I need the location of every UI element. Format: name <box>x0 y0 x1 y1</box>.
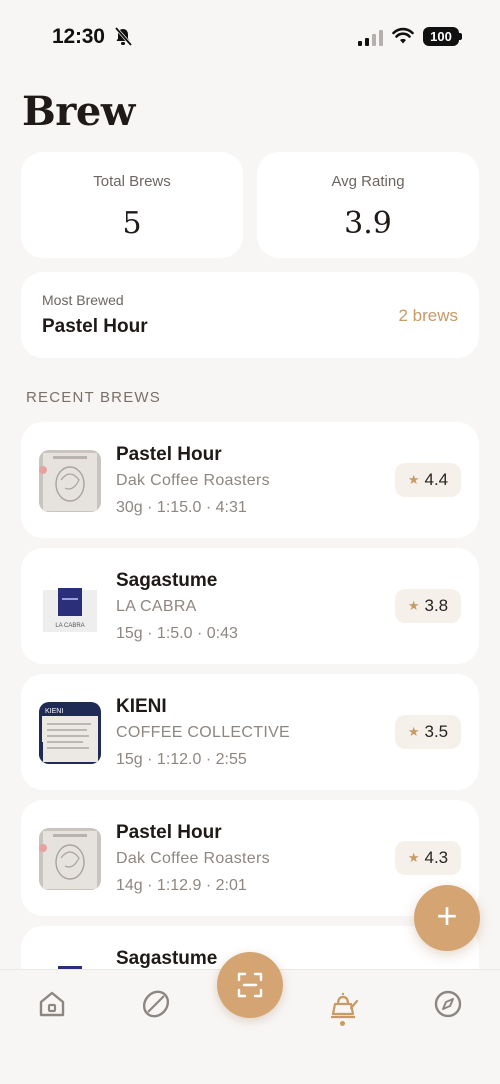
plus-icon: + <box>436 895 458 936</box>
brew-details: 14g · 1:12.9 · 2:01 <box>116 877 247 894</box>
brew-name: Pastel Hour <box>116 444 222 465</box>
scan-icon <box>237 972 263 998</box>
bell-off-icon <box>114 27 132 47</box>
recent-brews-header: RECENT BREWS <box>26 389 161 406</box>
brew-name: Sagastume <box>116 570 218 591</box>
brew-details: 15g · 1:12.0 · 2:55 <box>116 751 247 768</box>
avg-rating-label: Avg Rating <box>331 173 405 190</box>
brew-roaster: Dak Coffee Roasters <box>116 850 270 867</box>
brew-screen: 12:30 100 Brew Total Brews 5 Avg Rating … <box>0 0 500 1084</box>
total-brews-label: Total Brews <box>93 173 171 190</box>
compass-icon[interactable] <box>432 988 464 1020</box>
brew-name: Pastel Hour <box>116 822 222 843</box>
add-brew-button[interactable]: + <box>414 885 480 951</box>
brew-thumbnail <box>39 828 101 890</box>
avg-rating-value: 3.9 <box>344 206 392 241</box>
brew-thumbnail <box>39 450 101 512</box>
rating-badge: ★ 3.5 <box>395 715 461 749</box>
brew-card[interactable]: LA CABRA Sagastume LA CABRA 15g · 1:5.0 … <box>21 548 479 664</box>
brew-roaster: Dak Coffee Roasters <box>116 472 270 489</box>
brew-card[interactable]: KIENI KIENI COFFEE COLLECTIVE 15g · 1:12… <box>21 674 479 790</box>
rating-badge: ★ 4.3 <box>395 841 461 875</box>
wifi-icon <box>392 27 414 44</box>
scan-button[interactable] <box>217 952 283 1018</box>
rating-badge: ★ 4.4 <box>395 463 461 497</box>
active-tab-indicator <box>340 1021 345 1026</box>
rating-value: 4.4 <box>424 470 449 489</box>
brew-name: KIENI <box>116 696 167 717</box>
page-title: Brew <box>22 88 135 135</box>
home-icon[interactable] <box>36 988 68 1020</box>
status-time: 12:30 <box>52 25 105 48</box>
battery-indicator: 100 <box>423 27 459 46</box>
brew-details: 30g · 1:15.0 · 4:31 <box>116 499 247 516</box>
star-icon: ★ <box>407 598 420 613</box>
thumb-label: KIENI <box>45 708 63 715</box>
avg-rating-card: Avg Rating 3.9 <box>257 152 479 258</box>
most-brewed-count: 2 brews <box>398 306 458 325</box>
total-brews-card: Total Brews 5 <box>21 152 243 258</box>
brew-card[interactable]: Pastel Hour Dak Coffee Roasters 30g · 1:… <box>21 422 479 538</box>
brew-card[interactable]: Pastel Hour Dak Coffee Roasters 14g · 1:… <box>21 800 479 916</box>
brew-details: 15g · 1:5.0 · 0:43 <box>116 625 238 642</box>
brew-roaster: LA CABRA <box>116 598 197 615</box>
rating-value: 3.5 <box>424 722 449 741</box>
signal-icon <box>358 30 383 46</box>
rating-value: 4.3 <box>424 848 449 867</box>
rating-value: 3.8 <box>424 596 449 615</box>
star-icon: ★ <box>407 850 420 865</box>
brew-thumbnail: LA CABRA <box>39 576 101 638</box>
most-brewed-label: Most Brewed <box>42 292 124 308</box>
thumb-label: LA CABRA <box>55 623 84 629</box>
brew-thumbnail: KIENI <box>39 702 101 764</box>
coffee-bean-icon[interactable] <box>140 988 172 1020</box>
star-icon: ★ <box>407 472 420 487</box>
star-icon: ★ <box>407 724 420 739</box>
most-brewed-name: Pastel Hour <box>42 316 148 337</box>
battery-nub <box>459 33 462 40</box>
brew-name: Sagastume <box>116 948 218 969</box>
total-brews-value: 5 <box>122 206 142 241</box>
most-brewed-card[interactable]: Most Brewed Pastel Hour 2 brews <box>21 272 479 358</box>
brew-roaster: COFFEE COLLECTIVE <box>116 724 291 741</box>
rating-badge: ★ 3.8 <box>395 589 461 623</box>
kettle-icon[interactable] <box>327 988 359 1020</box>
status-bar: 12:30 100 <box>0 0 500 74</box>
